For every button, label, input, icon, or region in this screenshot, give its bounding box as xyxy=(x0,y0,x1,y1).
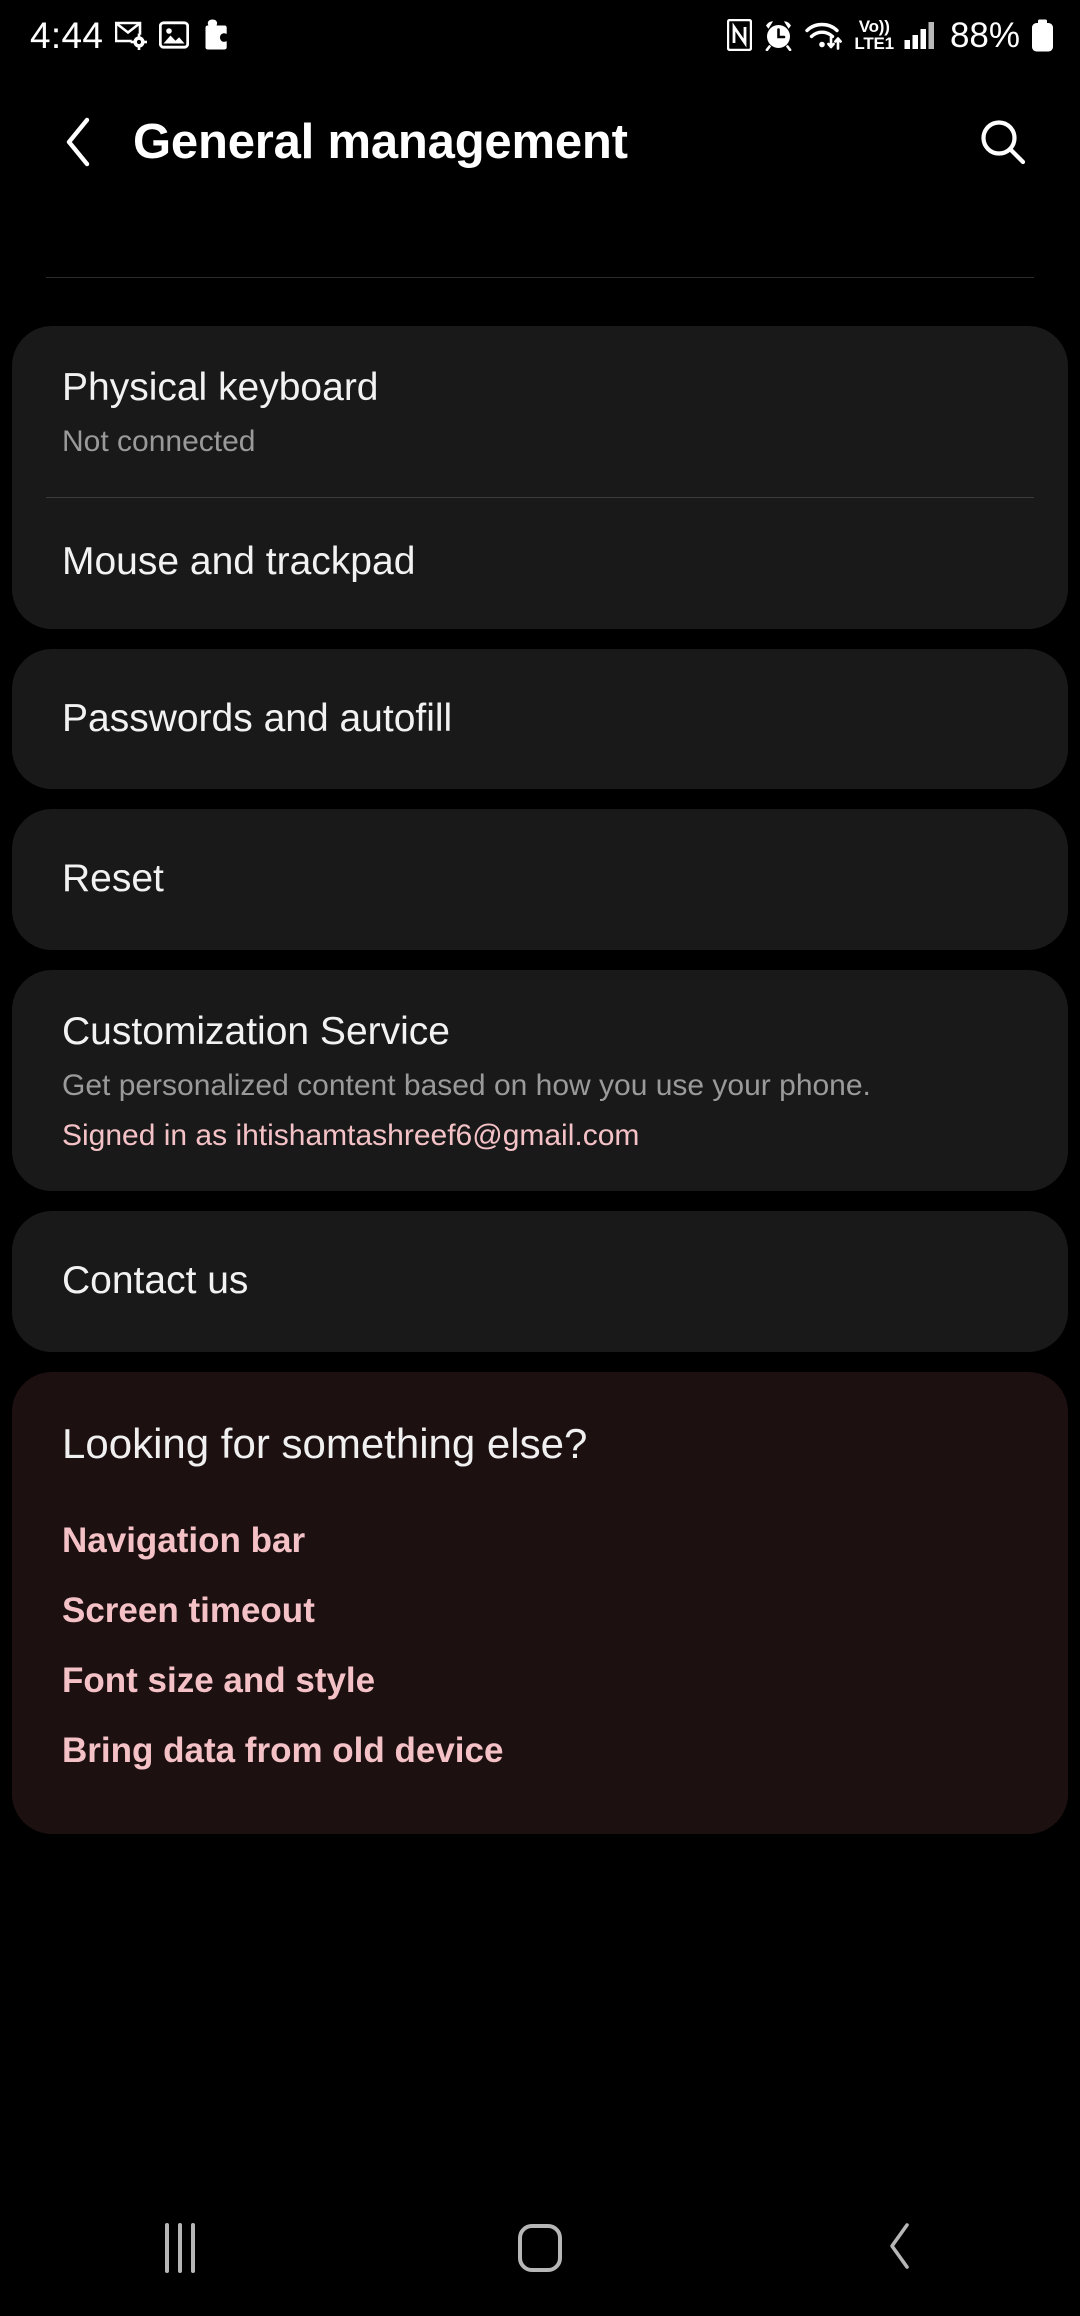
setting-title: Customization Service xyxy=(62,1010,450,1053)
app-bar-divider xyxy=(46,277,1034,278)
link-navigation-bar[interactable]: Navigation bar xyxy=(62,1506,1018,1576)
status-bar-right: Vo)) LTE1 88% xyxy=(727,18,1054,53)
setting-item-contact-us[interactable]: Contact us xyxy=(62,1211,1018,1352)
nfc-icon xyxy=(727,19,753,51)
battery-percent: 88% xyxy=(949,15,1020,55)
puzzle-piece-icon xyxy=(201,18,231,52)
page-title: General management xyxy=(133,115,628,169)
setting-subtitle: Not connected xyxy=(62,424,256,458)
volte-indicator: Vo)) LTE1 xyxy=(854,18,894,52)
signed-in-account: Signed in as ihtishamtashreef6@gmail.com xyxy=(62,1118,640,1152)
setting-title: Contact us xyxy=(62,1258,249,1302)
status-bar-left: 4:44 xyxy=(30,17,231,54)
status-bar: 4:44 Vo)) LTE1 88% xyxy=(0,0,1080,70)
link-bring-data-from-old-device[interactable]: Bring data from old device xyxy=(62,1716,1018,1786)
app-bar: General management xyxy=(0,88,1080,196)
image-icon xyxy=(159,20,190,50)
setting-title: Physical keyboard xyxy=(62,366,379,409)
volte-line2: LTE1 xyxy=(854,34,894,53)
card-input-devices: Physical keyboard Not connected Mouse an… xyxy=(12,326,1068,629)
recents-button[interactable] xyxy=(90,2180,270,2316)
system-navigation-bar xyxy=(0,2180,1080,2316)
looking-for-links: Navigation bar Screen timeout Font size … xyxy=(62,1506,1018,1786)
home-icon xyxy=(518,2224,562,2272)
card-contact-us: Contact us xyxy=(12,1210,1068,1352)
setting-subtitle: Get personalized content based on how yo… xyxy=(62,1068,871,1102)
setting-item-customization-service[interactable]: Customization Service Get personalized c… xyxy=(62,970,1018,1191)
card-reset: Reset xyxy=(12,809,1068,950)
signal-icon xyxy=(904,20,937,50)
phone-screen: 4:44 Vo)) LTE1 88% General management Ph… xyxy=(0,0,1080,2316)
mail-settings-icon xyxy=(115,20,148,50)
link-font-size-and-style[interactable]: Font size and style xyxy=(62,1646,1018,1716)
alarm-icon xyxy=(763,19,794,51)
status-clock: 4:44 xyxy=(30,14,104,56)
card-looking-for-something-else: Looking for something else? Navigation b… xyxy=(12,1371,1068,1834)
wifi-icon xyxy=(805,19,843,51)
volte-line1: Vo)) xyxy=(858,17,890,36)
setting-item-reset[interactable]: Reset xyxy=(62,809,1018,950)
back-chevron-icon[interactable] xyxy=(52,115,106,169)
setting-title: Reset xyxy=(62,857,164,901)
setting-item-mouse-and-trackpad[interactable]: Mouse and trackpad xyxy=(62,498,1018,629)
back-icon xyxy=(883,2221,917,2276)
setting-title: Passwords and autofill xyxy=(62,696,453,740)
card-customization-service: Customization Service Get personalized c… xyxy=(12,970,1068,1191)
setting-title: Mouse and trackpad xyxy=(62,539,416,583)
card-passwords: Passwords and autofill xyxy=(12,648,1068,790)
setting-item-passwords-and-autofill[interactable]: Passwords and autofill xyxy=(62,649,1018,790)
back-button[interactable] xyxy=(810,2180,990,2316)
settings-list: Physical keyboard Not connected Mouse an… xyxy=(0,326,1080,1854)
search-icon[interactable] xyxy=(972,111,1034,173)
recents-icon xyxy=(165,2223,195,2273)
link-screen-timeout[interactable]: Screen timeout xyxy=(62,1576,1018,1646)
looking-for-heading: Looking for something else? xyxy=(62,1419,588,1467)
battery-icon xyxy=(1031,19,1054,52)
home-button[interactable] xyxy=(450,2180,630,2316)
setting-item-physical-keyboard[interactable]: Physical keyboard Not connected xyxy=(62,326,1018,497)
